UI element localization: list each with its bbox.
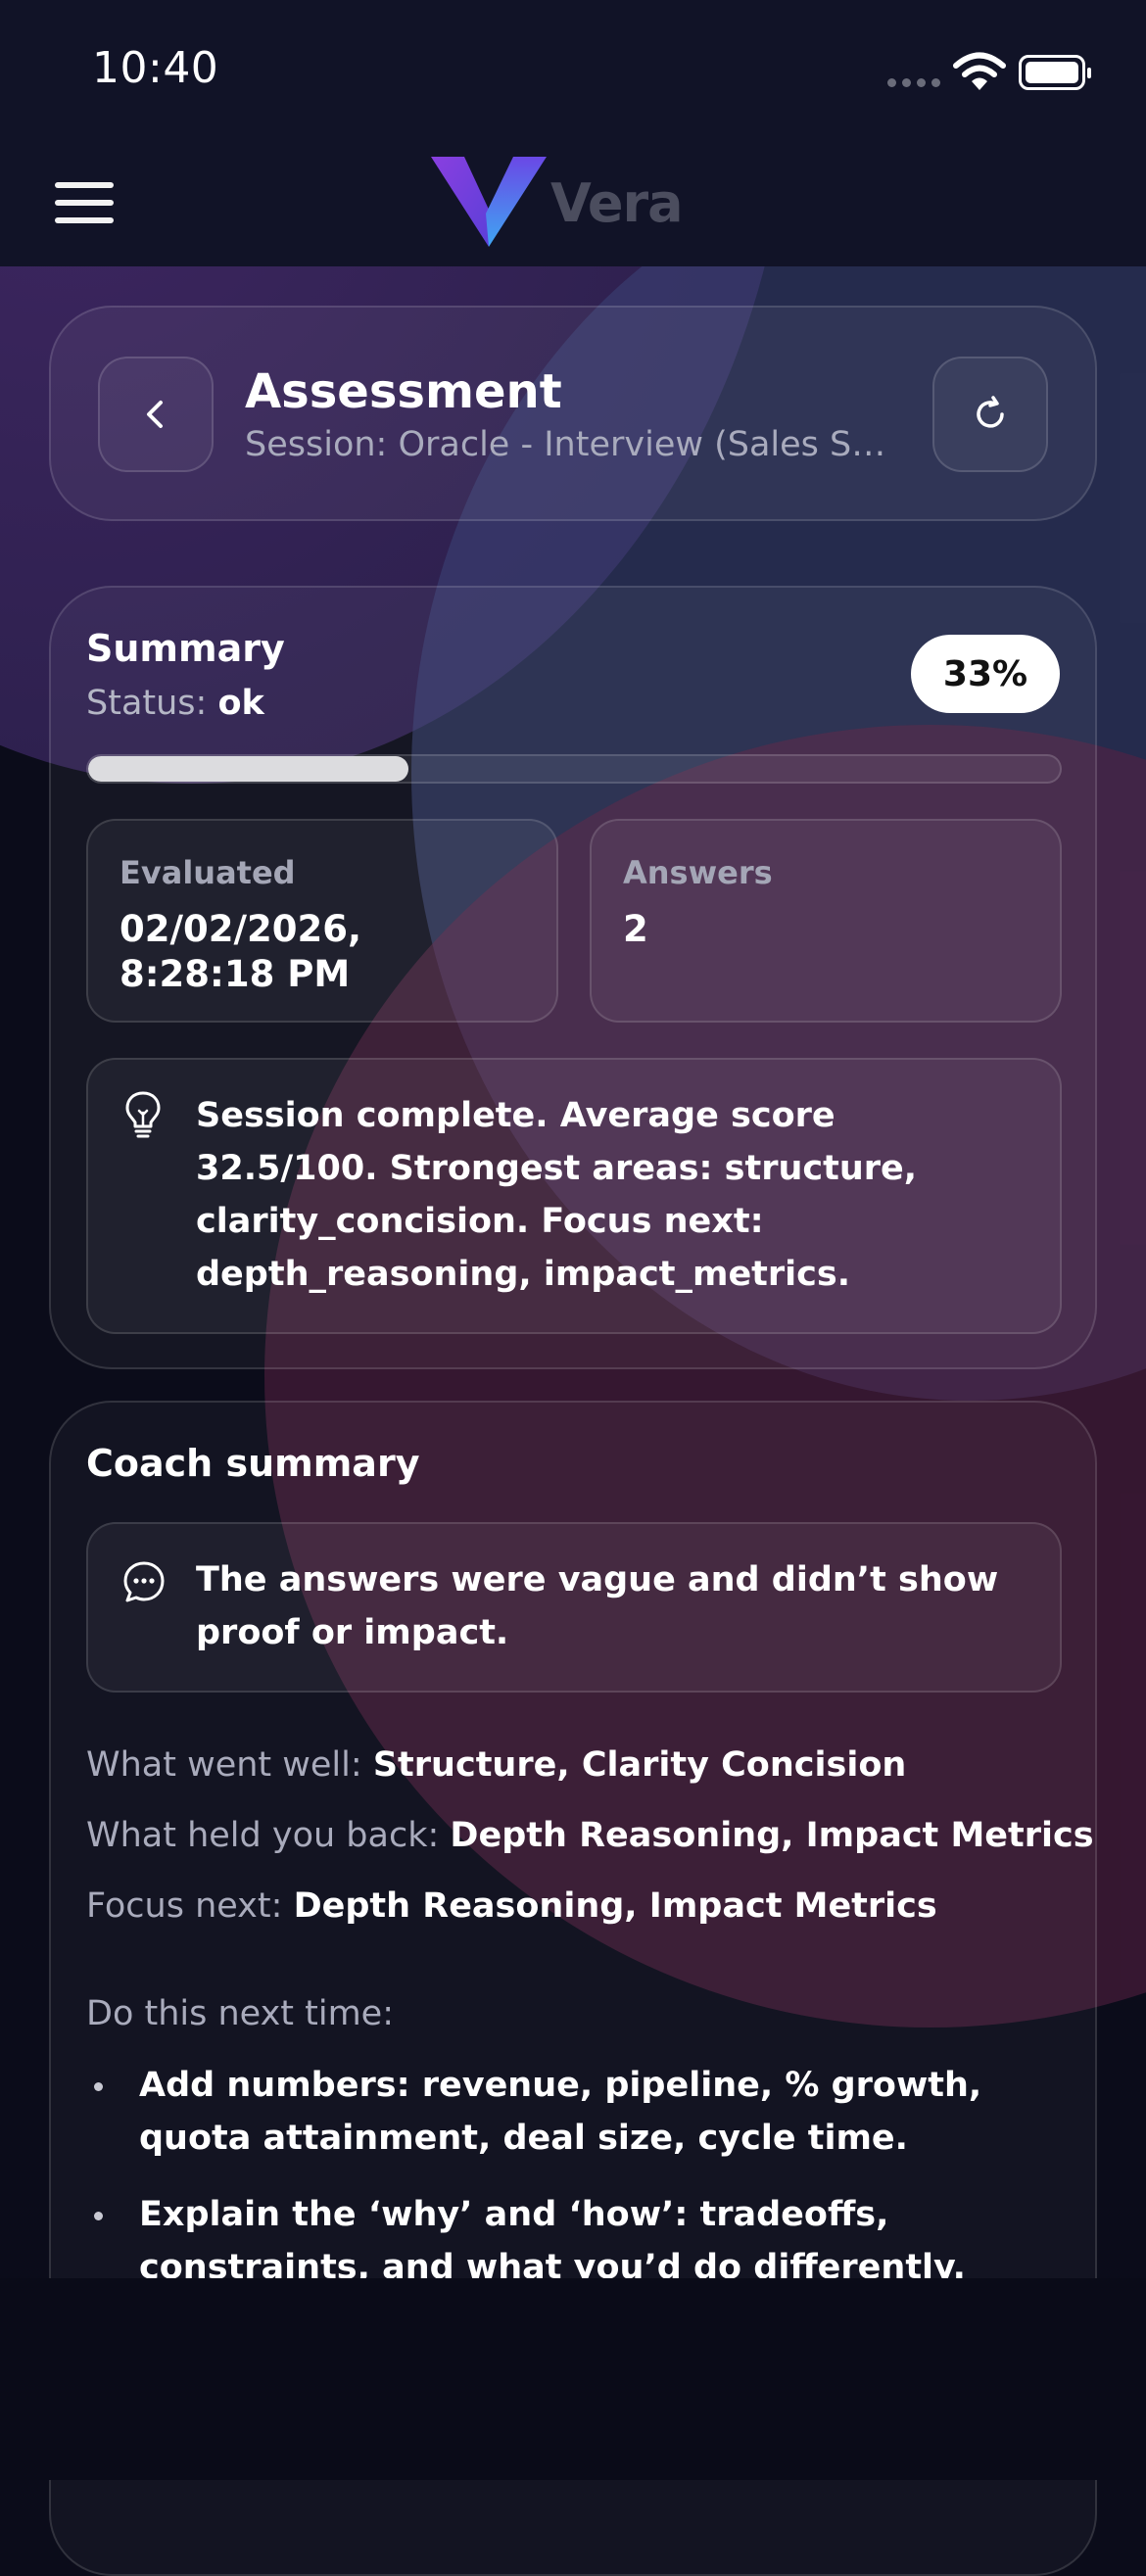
bottom-area	[0, 2278, 1146, 2480]
wifi-icon	[953, 52, 1006, 90]
focus-next-value: Depth Reasoning, Impact Metrics	[293, 1886, 937, 1926]
refresh-button[interactable]	[932, 357, 1048, 472]
coach-quote-box: The answers were vague and didn’t show p…	[86, 1522, 1062, 1693]
held-back-row: What held you back: Depth Reasoning, Imp…	[86, 1816, 1094, 1855]
lightbulb-icon	[125, 1091, 161, 1138]
coach-summary-title: Coach summary	[86, 1442, 420, 1485]
battery-icon	[1019, 55, 1091, 90]
evaluated-stat: Evaluated 02/02/2026, 8:28:18 PM	[86, 819, 558, 1023]
next-time-label: Do this next time:	[86, 1994, 395, 2033]
coach-quote-text: The answers were vague and didn’t show p…	[196, 1560, 999, 1652]
session-insight-box: Session complete. Average score 32.5/100…	[86, 1058, 1062, 1334]
cellular-signal-icon	[887, 78, 940, 87]
evaluated-value: 02/02/2026, 8:28:18 PM	[119, 908, 362, 995]
answers-value: 2	[623, 908, 648, 950]
held-back-value: Depth Reasoning, Impact Metrics	[450, 1816, 1094, 1855]
summary-status: Status: ok	[86, 684, 264, 723]
status-value: ok	[217, 684, 264, 723]
back-button[interactable]	[98, 357, 214, 472]
app-logo: Vera	[431, 157, 684, 249]
chevron-left-icon	[147, 401, 163, 428]
focus-next-row: Focus next: Depth Reasoning, Impact Metr…	[86, 1886, 937, 1926]
went-well-row: What went well: Structure, Clarity Conci…	[86, 1745, 906, 1785]
held-back-label: What held you back:	[86, 1816, 440, 1855]
page-title: Assessment	[245, 364, 562, 419]
score-progress-fill	[88, 756, 409, 782]
evaluated-label: Evaluated	[119, 854, 296, 891]
went-well-label: What went well:	[86, 1745, 362, 1785]
refresh-icon	[977, 396, 1004, 428]
answers-label: Answers	[623, 854, 773, 891]
went-well-value: Structure, Clarity Concision	[372, 1745, 907, 1785]
vera-logo-icon	[431, 157, 547, 247]
chat-bubble-icon	[123, 1561, 165, 1602]
insight-text: Session complete. Average score 32.5/100…	[196, 1096, 918, 1294]
app-name: Vera	[550, 171, 684, 234]
status-label: Status:	[86, 684, 208, 723]
summary-card: Summary Status: ok 33% Evaluated 02/02/2…	[49, 586, 1097, 1369]
status-time: 10:40	[92, 43, 219, 93]
focus-next-label: Focus next:	[86, 1886, 283, 1926]
score-percent-badge: 33%	[911, 635, 1060, 713]
assessment-header-card: Assessment Session: Oracle - Interview (…	[49, 306, 1097, 521]
session-subtitle: Session: Oracle - Interview (Sales Skil.…	[245, 425, 901, 464]
score-progress-bar	[86, 754, 1062, 784]
summary-title: Summary	[86, 627, 285, 670]
menu-icon[interactable]	[55, 182, 114, 225]
answers-stat: Answers 2	[590, 819, 1062, 1023]
list-item: Add numbers: revenue, pipeline, % growth…	[86, 2059, 1066, 2165]
